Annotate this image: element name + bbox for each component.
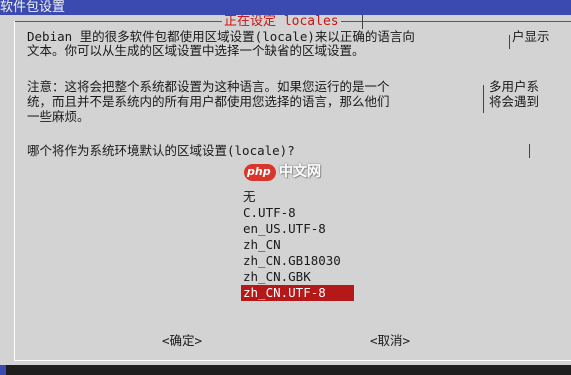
divider-tick <box>529 144 530 158</box>
locale-list[interactable]: 无 C.UTF-8 en_US.UTF-8 zh_CN zh_CN.GB1803… <box>241 189 354 301</box>
note-line-3: 一些麻烦。 <box>27 109 90 124</box>
note-line-1: 注意：这将会把整个系统都设置为这种语言。如果您运行的是一个 <box>27 79 390 94</box>
divider-tick <box>483 85 484 99</box>
divider-tick <box>483 99 484 113</box>
site-watermark: php 中文网 <box>244 164 330 182</box>
locale-option-c-utf8[interactable]: C.UTF-8 <box>241 205 354 221</box>
locale-option-zh-cn-utf8[interactable]: zh_CN.UTF-8 <box>241 285 354 301</box>
locale-option-none[interactable]: 无 <box>241 189 354 205</box>
dialog-title: 正在设定 locales <box>222 15 341 29</box>
locale-option-zh-cn[interactable]: zh_CN <box>241 237 354 253</box>
ok-button[interactable]: <确定> <box>162 334 202 348</box>
watermark-badge-text: php <box>247 165 271 178</box>
intro-line-2: 文本。你可以从生成的区域设置中选择一个缺省的区域设置。 <box>27 43 365 58</box>
note-line-2-right: 将会遇到 <box>489 94 540 109</box>
dialog-border-bottom <box>14 360 571 361</box>
watermark-logo-icon: php <box>244 164 276 181</box>
intro-line-1-right: 户显示 <box>512 29 550 44</box>
intro-line-1: Debian 里的很多软件包都使用区域设置(locale)来以正确的语言向 <box>27 29 415 44</box>
divider-tick <box>509 35 510 49</box>
question-text: 哪个将作为系统环境默认的区域设置(locale)? <box>27 143 295 158</box>
note-line-1-right: 多用户系 <box>489 79 540 94</box>
locale-option-en-us-utf8[interactable]: en_US.UTF-8 <box>241 221 354 237</box>
watermark-text: 中文网 <box>279 164 321 180</box>
locale-option-zh-cn-gbk[interactable]: zh_CN.GBK <box>241 269 354 285</box>
cancel-button[interactable]: <取消> <box>370 334 410 348</box>
divider-tick <box>362 15 363 29</box>
note-line-2: 统，而且并不是系统内的所有用户都使用您选择的语言，那么他们 <box>27 94 390 109</box>
locale-option-zh-cn-gb18030[interactable]: zh_CN.GB18030 <box>241 253 354 269</box>
dialog-border-left <box>14 21 15 361</box>
locale-dialog: 正在设定 locales Debian 里的很多软件包都使用区域设置(local… <box>0 15 571 365</box>
